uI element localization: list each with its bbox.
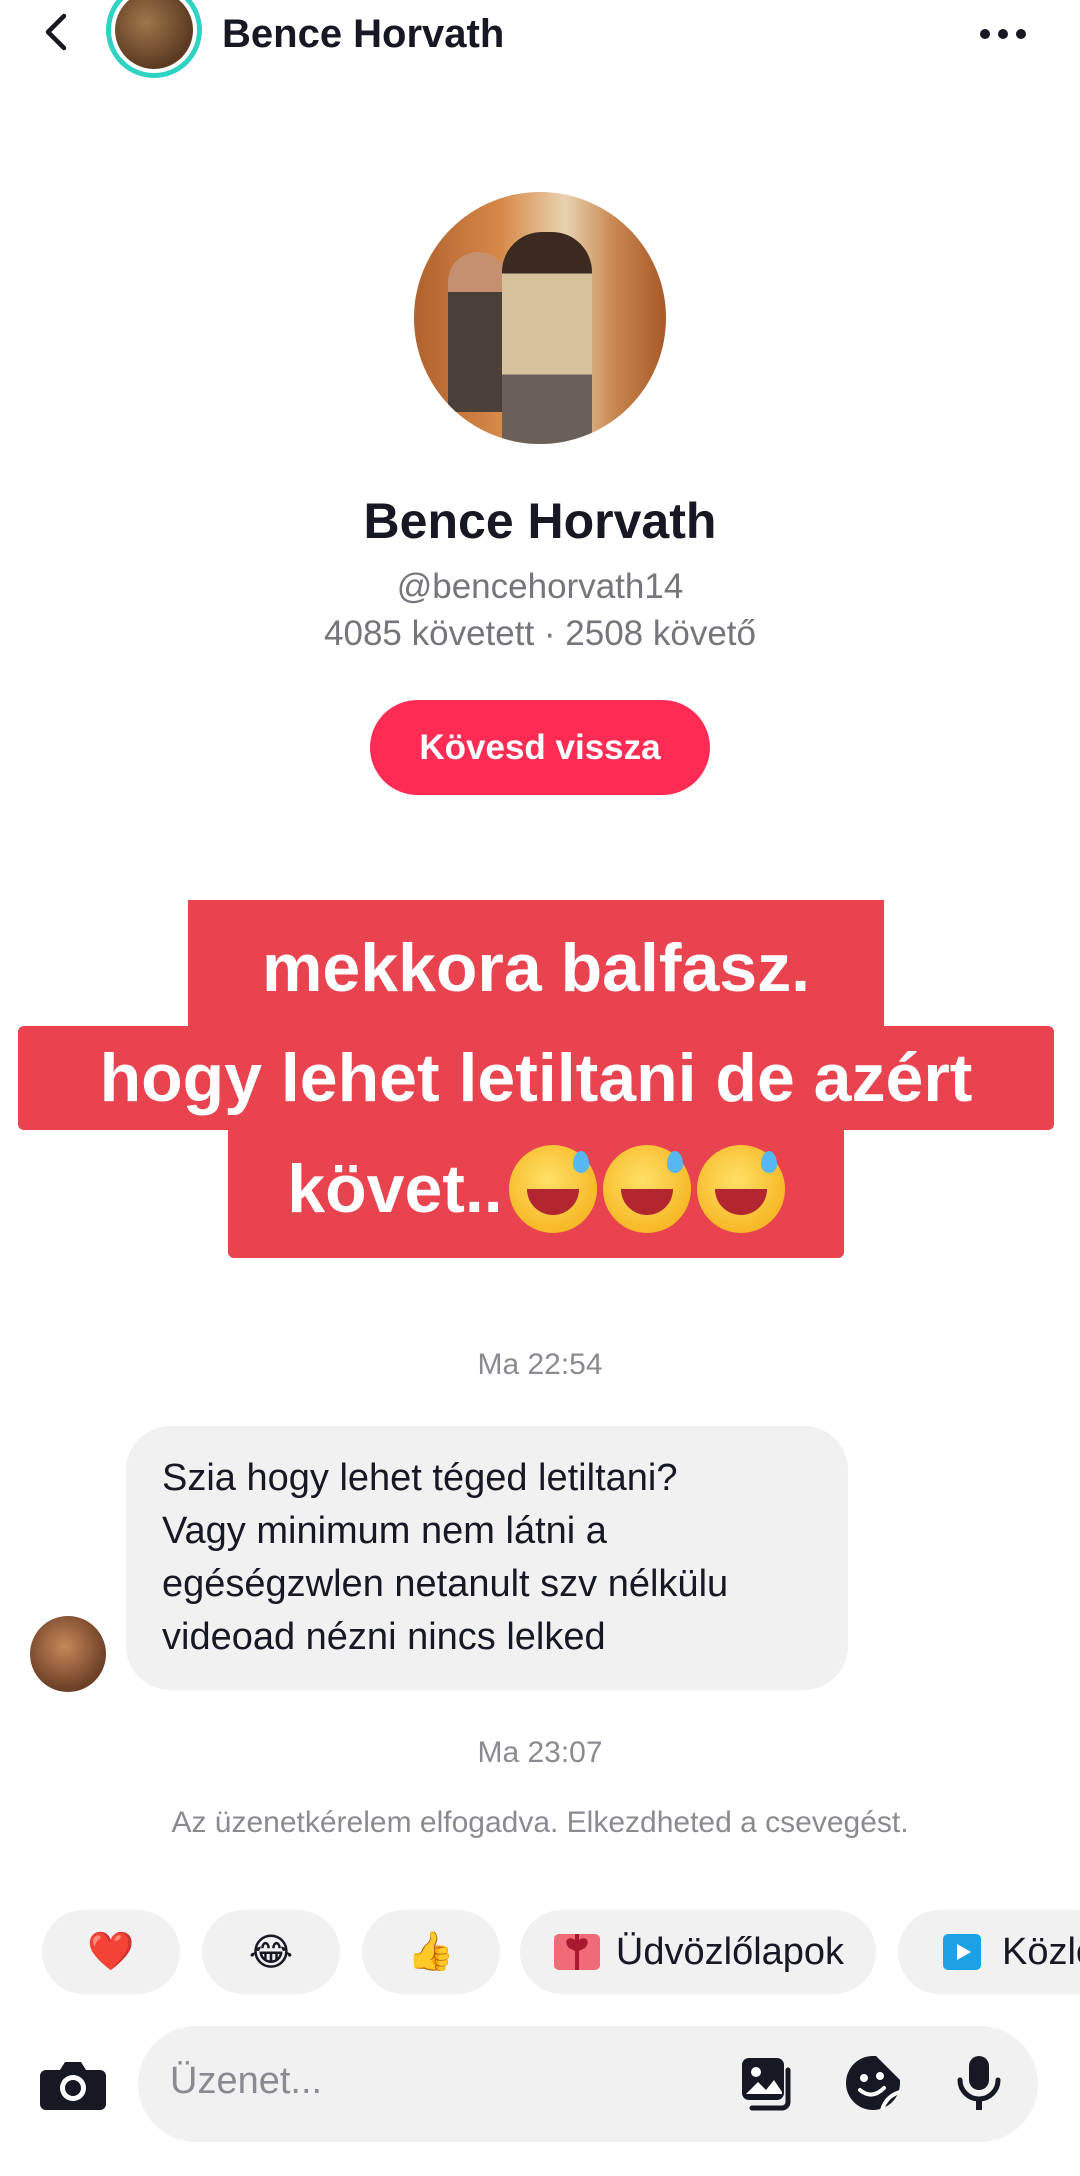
- profile-name: Bence Horvath: [363, 493, 717, 549]
- system-notice: Az üzenetkérelem elfogadva. Elkezdheted …: [171, 1806, 909, 1839]
- quick-reply-announce[interactable]: Közle: [898, 1910, 1080, 1994]
- header-avatar[interactable]: [106, 0, 202, 78]
- quick-reply-greeting-cards[interactable]: Üdvözlőlapok: [520, 1910, 876, 1994]
- greeting-cards-label: Üdvözlőlapok: [615, 1930, 845, 1973]
- back-arrow-icon[interactable]: [36, 10, 80, 54]
- caption-line-3: követ..: [228, 1120, 844, 1258]
- message-line: Szia hogy lehet téged letiltani?: [162, 1457, 678, 1499]
- announce-label: Közle: [1002, 1930, 1080, 1973]
- header-name[interactable]: Bence Horvath: [222, 12, 504, 57]
- quick-reply-thumbs-up[interactable]: 👍: [362, 1910, 500, 1994]
- timestamp: Ma 22:54: [477, 1348, 603, 1381]
- message-line: egéségzwlen netanult szv nélkülu: [162, 1563, 729, 1605]
- profile-handle: @bencehorvath14: [396, 567, 684, 606]
- follow-back-button[interactable]: Kövesd vissza: [370, 700, 710, 795]
- message-bubble[interactable]: Szia hogy lehet téged letiltani? Vagy mi…: [126, 1426, 848, 1690]
- message-line: Vagy minimum nem látni a: [162, 1510, 607, 1552]
- caption-line-2: hogy lehet letiltani de azért: [18, 1026, 1054, 1130]
- caption-line-3-text: követ..: [287, 1151, 503, 1227]
- gift-card-icon: [553, 1934, 600, 1970]
- caption-line-1: mekkora balfasz.: [188, 900, 884, 1036]
- timestamp: Ma 23:07: [477, 1736, 603, 1769]
- play-square-icon: [943, 1934, 981, 1970]
- gallery-icon[interactable]: [738, 2052, 800, 2114]
- profile-avatar[interactable]: [414, 192, 666, 444]
- sweat-smile-emoji-icon: [696, 1145, 785, 1233]
- quick-reply-heart[interactable]: ❤️: [42, 1910, 180, 1994]
- message-line: videoad nézni nincs lelked: [162, 1616, 606, 1658]
- sweat-smile-emoji-icon: [602, 1145, 691, 1233]
- chat-header: Bence Horvath: [0, 0, 1080, 80]
- camera-icon[interactable]: [38, 2058, 108, 2112]
- sweat-smile-emoji-icon: [508, 1145, 597, 1233]
- quick-reply-laugh[interactable]: 😂: [202, 1910, 340, 1994]
- microphone-icon[interactable]: [948, 2052, 1010, 2114]
- profile-stats: 4085 követett · 2508 követő: [324, 614, 756, 653]
- more-options-icon[interactable]: [980, 20, 1036, 48]
- sticker-icon[interactable]: [842, 2052, 904, 2114]
- message-placeholder: Üzenet...: [170, 2060, 323, 2102]
- sender-avatar[interactable]: [30, 1616, 106, 1692]
